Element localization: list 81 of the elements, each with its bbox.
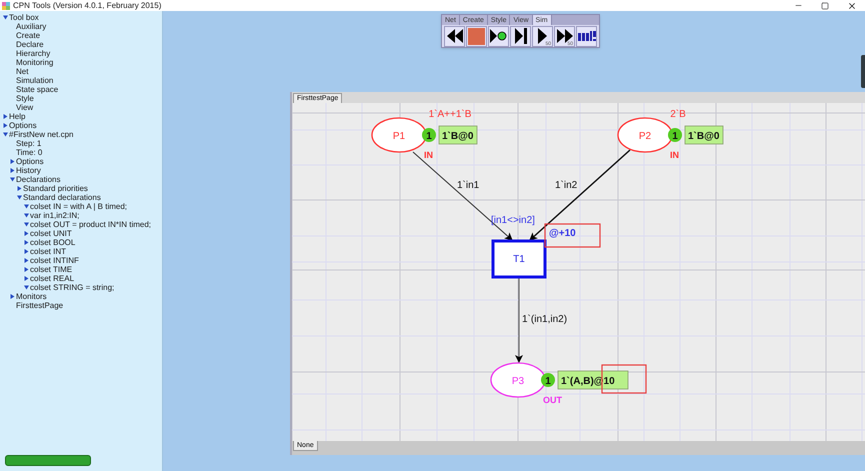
close-button[interactable] bbox=[847, 0, 857, 10]
fast-forward-icon bbox=[556, 29, 572, 43]
tree-item[interactable]: Monitoring bbox=[16, 58, 54, 67]
tree-item[interactable]: colset INTINF bbox=[30, 256, 79, 265]
arc-inscription: 1`(in1,in2) bbox=[522, 314, 568, 325]
palette-tool-button[interactable] bbox=[576, 26, 597, 46]
initial-marking: 1`A++1`B bbox=[428, 109, 472, 120]
maximize-button[interactable] bbox=[821, 2, 829, 10]
close-icon bbox=[847, 0, 857, 10]
tree-item[interactable]: Auxiliary bbox=[16, 22, 46, 31]
token-count: 1 bbox=[422, 128, 436, 142]
scroll-handle[interactable] bbox=[861, 55, 865, 88]
collapsed-triangle-icon[interactable] bbox=[17, 186, 22, 191]
arc-inscription: 1`in1 bbox=[457, 180, 480, 191]
tree-item[interactable]: Hierarchy bbox=[16, 49, 50, 58]
token-count: 1 bbox=[541, 373, 555, 387]
place-name: P1 bbox=[392, 131, 406, 142]
tree-item[interactable]: Declare bbox=[16, 40, 44, 49]
current-marking: 1`B@0 bbox=[684, 126, 724, 144]
expanded-triangle-icon[interactable] bbox=[3, 15, 8, 20]
tree-item[interactable]: FirsttestPage bbox=[16, 301, 64, 310]
tree-item[interactable]: Help bbox=[9, 112, 26, 121]
collapsed-triangle-icon[interactable] bbox=[10, 294, 15, 299]
step-icon bbox=[514, 28, 526, 44]
place-name: P3 bbox=[512, 376, 524, 387]
arc-inscription: 1`in2 bbox=[555, 180, 578, 191]
transition-name: T1 bbox=[513, 254, 525, 265]
tree-item[interactable]: colset BOOL bbox=[30, 238, 76, 247]
tree-item[interactable]: Options bbox=[9, 121, 37, 130]
transition-time: @+10 bbox=[549, 228, 576, 239]
tree-item[interactable]: colset OUT = product IN*IN timed; bbox=[30, 220, 152, 229]
app-icon bbox=[2, 2, 10, 10]
tree-item[interactable]: Step: 1 bbox=[16, 139, 42, 148]
tree-item[interactable]: State space bbox=[16, 85, 58, 94]
tree-item[interactable]: Declarations bbox=[16, 175, 60, 184]
place[interactable] bbox=[371, 117, 427, 153]
tree-item[interactable]: Time: 0 bbox=[16, 148, 42, 157]
token-count: 1 bbox=[668, 128, 682, 142]
port-tag: OUT bbox=[543, 395, 562, 405]
rewind-icon bbox=[446, 29, 462, 43]
transition-guard: [in1<>in2] bbox=[491, 215, 535, 226]
palette-tool-button[interactable] bbox=[510, 26, 531, 46]
tree-item[interactable]: var in1,in2:IN; bbox=[30, 211, 80, 220]
stop-icon bbox=[468, 28, 485, 44]
tree-item[interactable]: Net bbox=[16, 67, 28, 76]
tree-item[interactable]: colset INT bbox=[30, 247, 66, 256]
tree-item[interactable]: colset TIME bbox=[30, 265, 72, 274]
tree-item[interactable]: Standard declarations bbox=[23, 193, 101, 202]
palette-tool-button[interactable] bbox=[444, 26, 465, 46]
port-tag: IN bbox=[670, 150, 679, 160]
tree-item[interactable]: Simulation bbox=[16, 76, 54, 85]
tree-item[interactable]: colset UNIT bbox=[30, 229, 72, 238]
tree-item[interactable]: Style bbox=[16, 94, 34, 103]
tree-item[interactable]: Create bbox=[16, 31, 40, 40]
place[interactable] bbox=[490, 362, 546, 398]
tree-item[interactable]: View bbox=[16, 103, 34, 112]
expanded-triangle-icon[interactable] bbox=[10, 177, 15, 182]
play-icon bbox=[538, 28, 547, 44]
maximize-icon bbox=[821, 2, 829, 10]
tree-item[interactable]: Options bbox=[16, 157, 44, 166]
palette-tool-button[interactable] bbox=[488, 26, 509, 46]
play-icon bbox=[490, 29, 507, 43]
initial-marking: 2`B bbox=[670, 109, 686, 120]
tree-item[interactable]: Standard priorities bbox=[23, 184, 88, 193]
window-title: CPN Tools (Version 4.0.1, February 2015) bbox=[13, 1, 162, 10]
tree-item[interactable]: colset STRING = string; bbox=[30, 283, 114, 292]
tree-item[interactable]: Monitors bbox=[16, 292, 47, 301]
tree-item[interactable]: History bbox=[16, 166, 41, 175]
tree-item[interactable]: Tool box bbox=[9, 13, 39, 22]
tree-item[interactable]: #FirstNew net.cpn bbox=[9, 130, 74, 139]
current-marking: 1`B@0 bbox=[438, 126, 478, 144]
tree-item[interactable]: colset IN = with A | B timed; bbox=[30, 202, 128, 211]
place-name: P2 bbox=[638, 131, 652, 142]
place[interactable] bbox=[617, 117, 673, 153]
port-tag: IN bbox=[424, 150, 433, 160]
ml-icon bbox=[578, 31, 596, 41]
tree-item[interactable]: colset REAL bbox=[30, 274, 74, 283]
expanded-triangle-icon[interactable] bbox=[24, 285, 29, 290]
expanded-triangle-icon[interactable] bbox=[3, 132, 8, 137]
transition[interactable] bbox=[492, 240, 546, 278]
highlight-frame bbox=[544, 223, 601, 248]
